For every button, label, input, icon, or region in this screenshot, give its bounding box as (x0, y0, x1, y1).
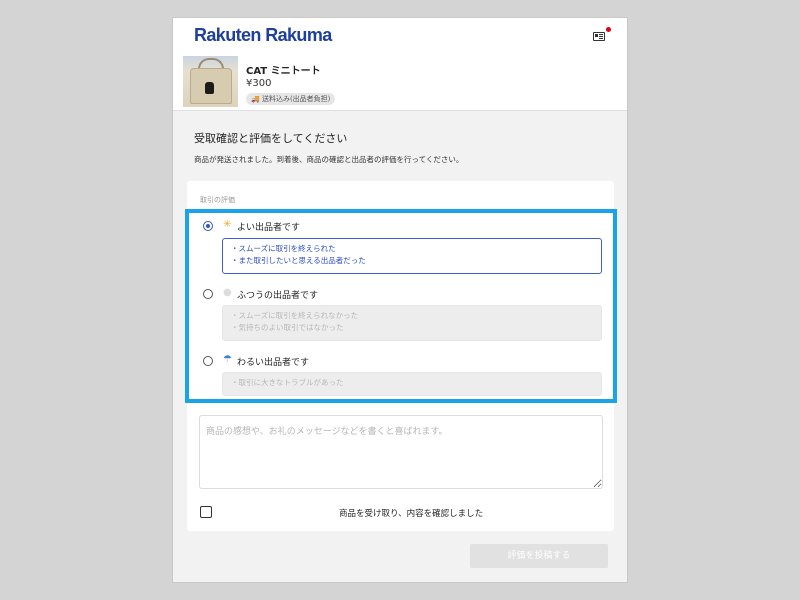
option-normal-description[interactable]: ・スムーズに取引を終えられなかった ・気持ちのよい取引ではなかった (222, 305, 602, 341)
header: Rakuten Rakuma (173, 18, 627, 57)
option-normal-label[interactable]: ふつうの出品者です (237, 288, 318, 301)
sun-icon: ✳ (223, 219, 232, 230)
radio-bad[interactable] (203, 356, 213, 366)
product-price: ¥300 (246, 78, 272, 89)
app-window: Rakuten Rakuma CAT ミニトート ¥300 🚚 送料込み(出品者… (172, 17, 628, 583)
submit-rating-button[interactable]: 評価を投稿する (470, 544, 608, 568)
comment-textarea[interactable] (199, 415, 603, 489)
rating-label: 取引の評価 (200, 196, 235, 204)
product-thumbnail (183, 56, 238, 107)
confirm-label[interactable]: 商品を受け取り、内容を確認しました (339, 507, 483, 519)
option-good-label[interactable]: よい出品者です (237, 220, 300, 233)
option-good-description[interactable]: ・スムーズに取引を終えられた ・また取引したいと思える出品者だった (222, 238, 602, 274)
section-description: 商品が発送されました。到着後、商品の確認と出品者の評価を行ってください。 (194, 155, 464, 164)
rakuma-logo[interactable]: Rakuten Rakuma (194, 25, 332, 46)
section-title: 受取確認と評価をしてください (194, 132, 348, 145)
cloud-icon: ● (223, 287, 232, 298)
option-good-line-1: ・スムーズに取引を終えられた (231, 244, 336, 253)
rating-panel: 取引の評価 ✳ よい出品者です ・スムーズに取引を終えられた ・また取引したいと… (187, 181, 614, 531)
radio-normal[interactable] (203, 289, 213, 299)
option-bad-label[interactable]: わるい出品者です (237, 355, 309, 368)
radio-good[interactable] (203, 221, 213, 231)
notification-dot (606, 27, 611, 32)
shipping-badge: 🚚 送料込み(出品者負担) (246, 93, 336, 105)
product-summary[interactable]: CAT ミニトート ¥300 🚚 送料込み(出品者負担) (173, 56, 627, 111)
profile-button[interactable] (590, 26, 612, 48)
option-normal-line-1: ・スムーズに取引を終えられなかった (231, 311, 359, 320)
profile-card-icon (593, 32, 605, 41)
umbrella-icon: ☂ (223, 354, 232, 365)
option-bad-line-1: ・取引に大きなトラブルがあった (231, 378, 344, 387)
confirm-checkbox[interactable] (200, 506, 212, 518)
option-good-line-2: ・また取引したいと思える出品者だった (231, 256, 366, 265)
cat-print (205, 82, 214, 94)
option-bad-description[interactable]: ・取引に大きなトラブルがあった (222, 372, 602, 396)
option-normal-line-2: ・気持ちのよい取引ではなかった (231, 323, 344, 332)
product-name: CAT ミニトート (246, 66, 321, 77)
